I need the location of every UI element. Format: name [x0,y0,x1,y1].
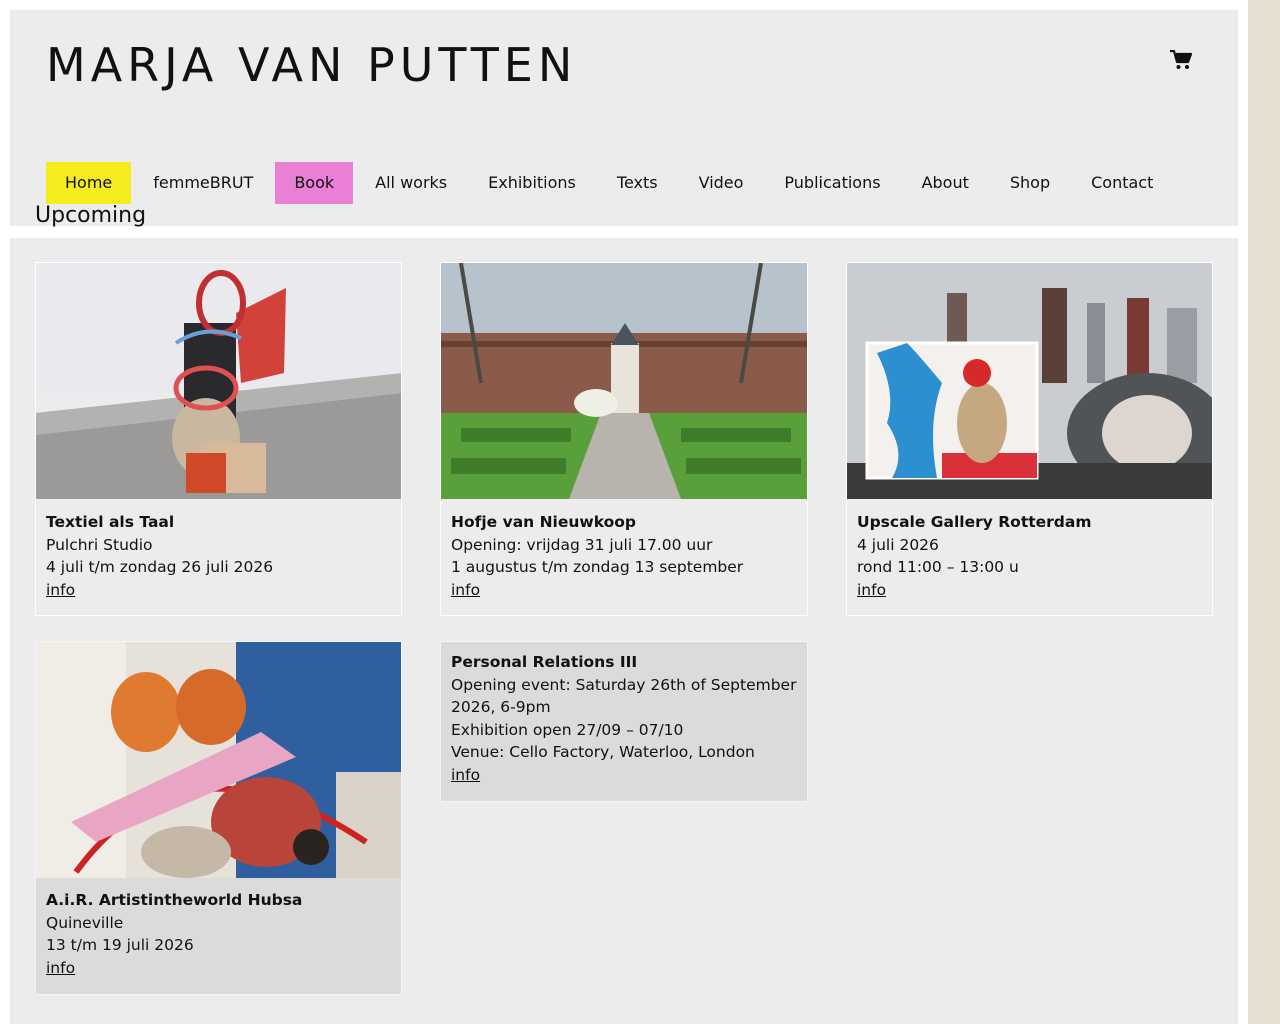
rotterdam-skyline-artwork-photo[interactable] [847,263,1212,499]
card-title: Upscale Gallery Rotterdam [857,513,1092,531]
nav-texts[interactable]: Texts [598,162,677,204]
nav-femmebrut[interactable]: femmeBRUT [134,162,272,204]
nav-exhibitions[interactable]: Exhibitions [469,162,595,204]
card-venue: Pulchri Studio [46,535,153,554]
card-info-link[interactable]: info [451,766,480,784]
card-opening: Opening: vrijdag 31 juli 17.00 uur [451,535,713,554]
page-side-strip [1248,0,1280,1024]
event-card-air-artistintheworld-hubsa[interactable]: A.i.R. Artistintheworld Hubsa Quineville… [35,641,402,995]
shopping-cart-icon[interactable] [1170,49,1193,70]
card-title: Personal Relations III [451,653,638,671]
textile-sculpture-photo[interactable] [36,263,401,499]
card-title: A.i.R. Artistintheworld Hubsa [46,891,303,909]
card-dates: 4 juli t/m zondag 26 juli 2026 [46,558,274,576]
card-dates: 1 augustus t/m zondag 13 september [451,558,744,576]
courtyard-garden-photo[interactable] [441,263,807,499]
event-card-hofje-van-nieuwkoop[interactable]: Hofje van Nieuwkoop Opening: vrijdag 31 … [440,262,808,616]
card-body: Textiel als Taal Pulchri Studio 4 juli t… [36,499,401,601]
card-time: rond 11:00 – 13:00 u [857,558,1019,576]
nav-shop[interactable]: Shop [991,162,1069,204]
event-card-textiel-als-taal[interactable]: Textiel als Taal Pulchri Studio 4 juli t… [35,262,402,616]
nav-home[interactable]: Home [46,162,132,204]
card-venue: Quineville [46,913,124,932]
event-card-personal-relations-iii[interactable]: Personal Relations III Opening event: Sa… [440,641,808,802]
upcoming-heading: Upcoming [35,203,147,228]
card-body: Hofje van Nieuwkoop Opening: vrijdag 31 … [441,499,807,601]
card-info-link[interactable]: info [46,581,75,599]
main-nav: Home femmeBRUT Book All works Exhibition… [46,162,1175,204]
card-title: Hofje van Nieuwkoop [451,513,637,531]
nav-about[interactable]: About [903,162,988,204]
card-date: 4 juli 2026 [857,535,939,554]
nav-contact[interactable]: Contact [1072,162,1172,204]
card-body: A.i.R. Artistintheworld Hubsa Quineville… [36,878,401,979]
card-info-link[interactable]: info [857,581,886,599]
nav-video[interactable]: Video [680,162,763,204]
card-body: Upscale Gallery Rotterdam 4 juli 2026 ro… [847,499,1212,601]
nav-all-works[interactable]: All works [356,162,466,204]
card-venue: Venue: Cello Factory, Waterloo, London [451,743,755,761]
card-title: Textiel als Taal [46,513,175,531]
card-dates: 13 t/m 19 juli 2026 [46,936,194,954]
event-card-upscale-gallery-rotterdam[interactable]: Upscale Gallery Rotterdam 4 juli 2026 ro… [846,262,1213,616]
nav-publications[interactable]: Publications [765,162,899,204]
card-body: Personal Relations III Opening event: Sa… [441,642,807,786]
site-header: MARJA VAN PUTTEN Home femmeBRUT Book All… [10,10,1238,226]
card-opening-event: Opening event: Saturday 26th of Septembe… [451,675,797,717]
nav-book[interactable]: Book [275,162,354,204]
card-info-link[interactable]: info [46,959,75,977]
card-exhibition-dates: Exhibition open 27/09 – 07/10 [451,720,684,739]
upcoming-section: Textiel als Taal Pulchri Studio 4 juli t… [10,238,1238,1024]
textile-assemblage-photo[interactable] [36,642,401,878]
site-title[interactable]: MARJA VAN PUTTEN [46,38,577,92]
card-info-link[interactable]: info [451,581,480,599]
